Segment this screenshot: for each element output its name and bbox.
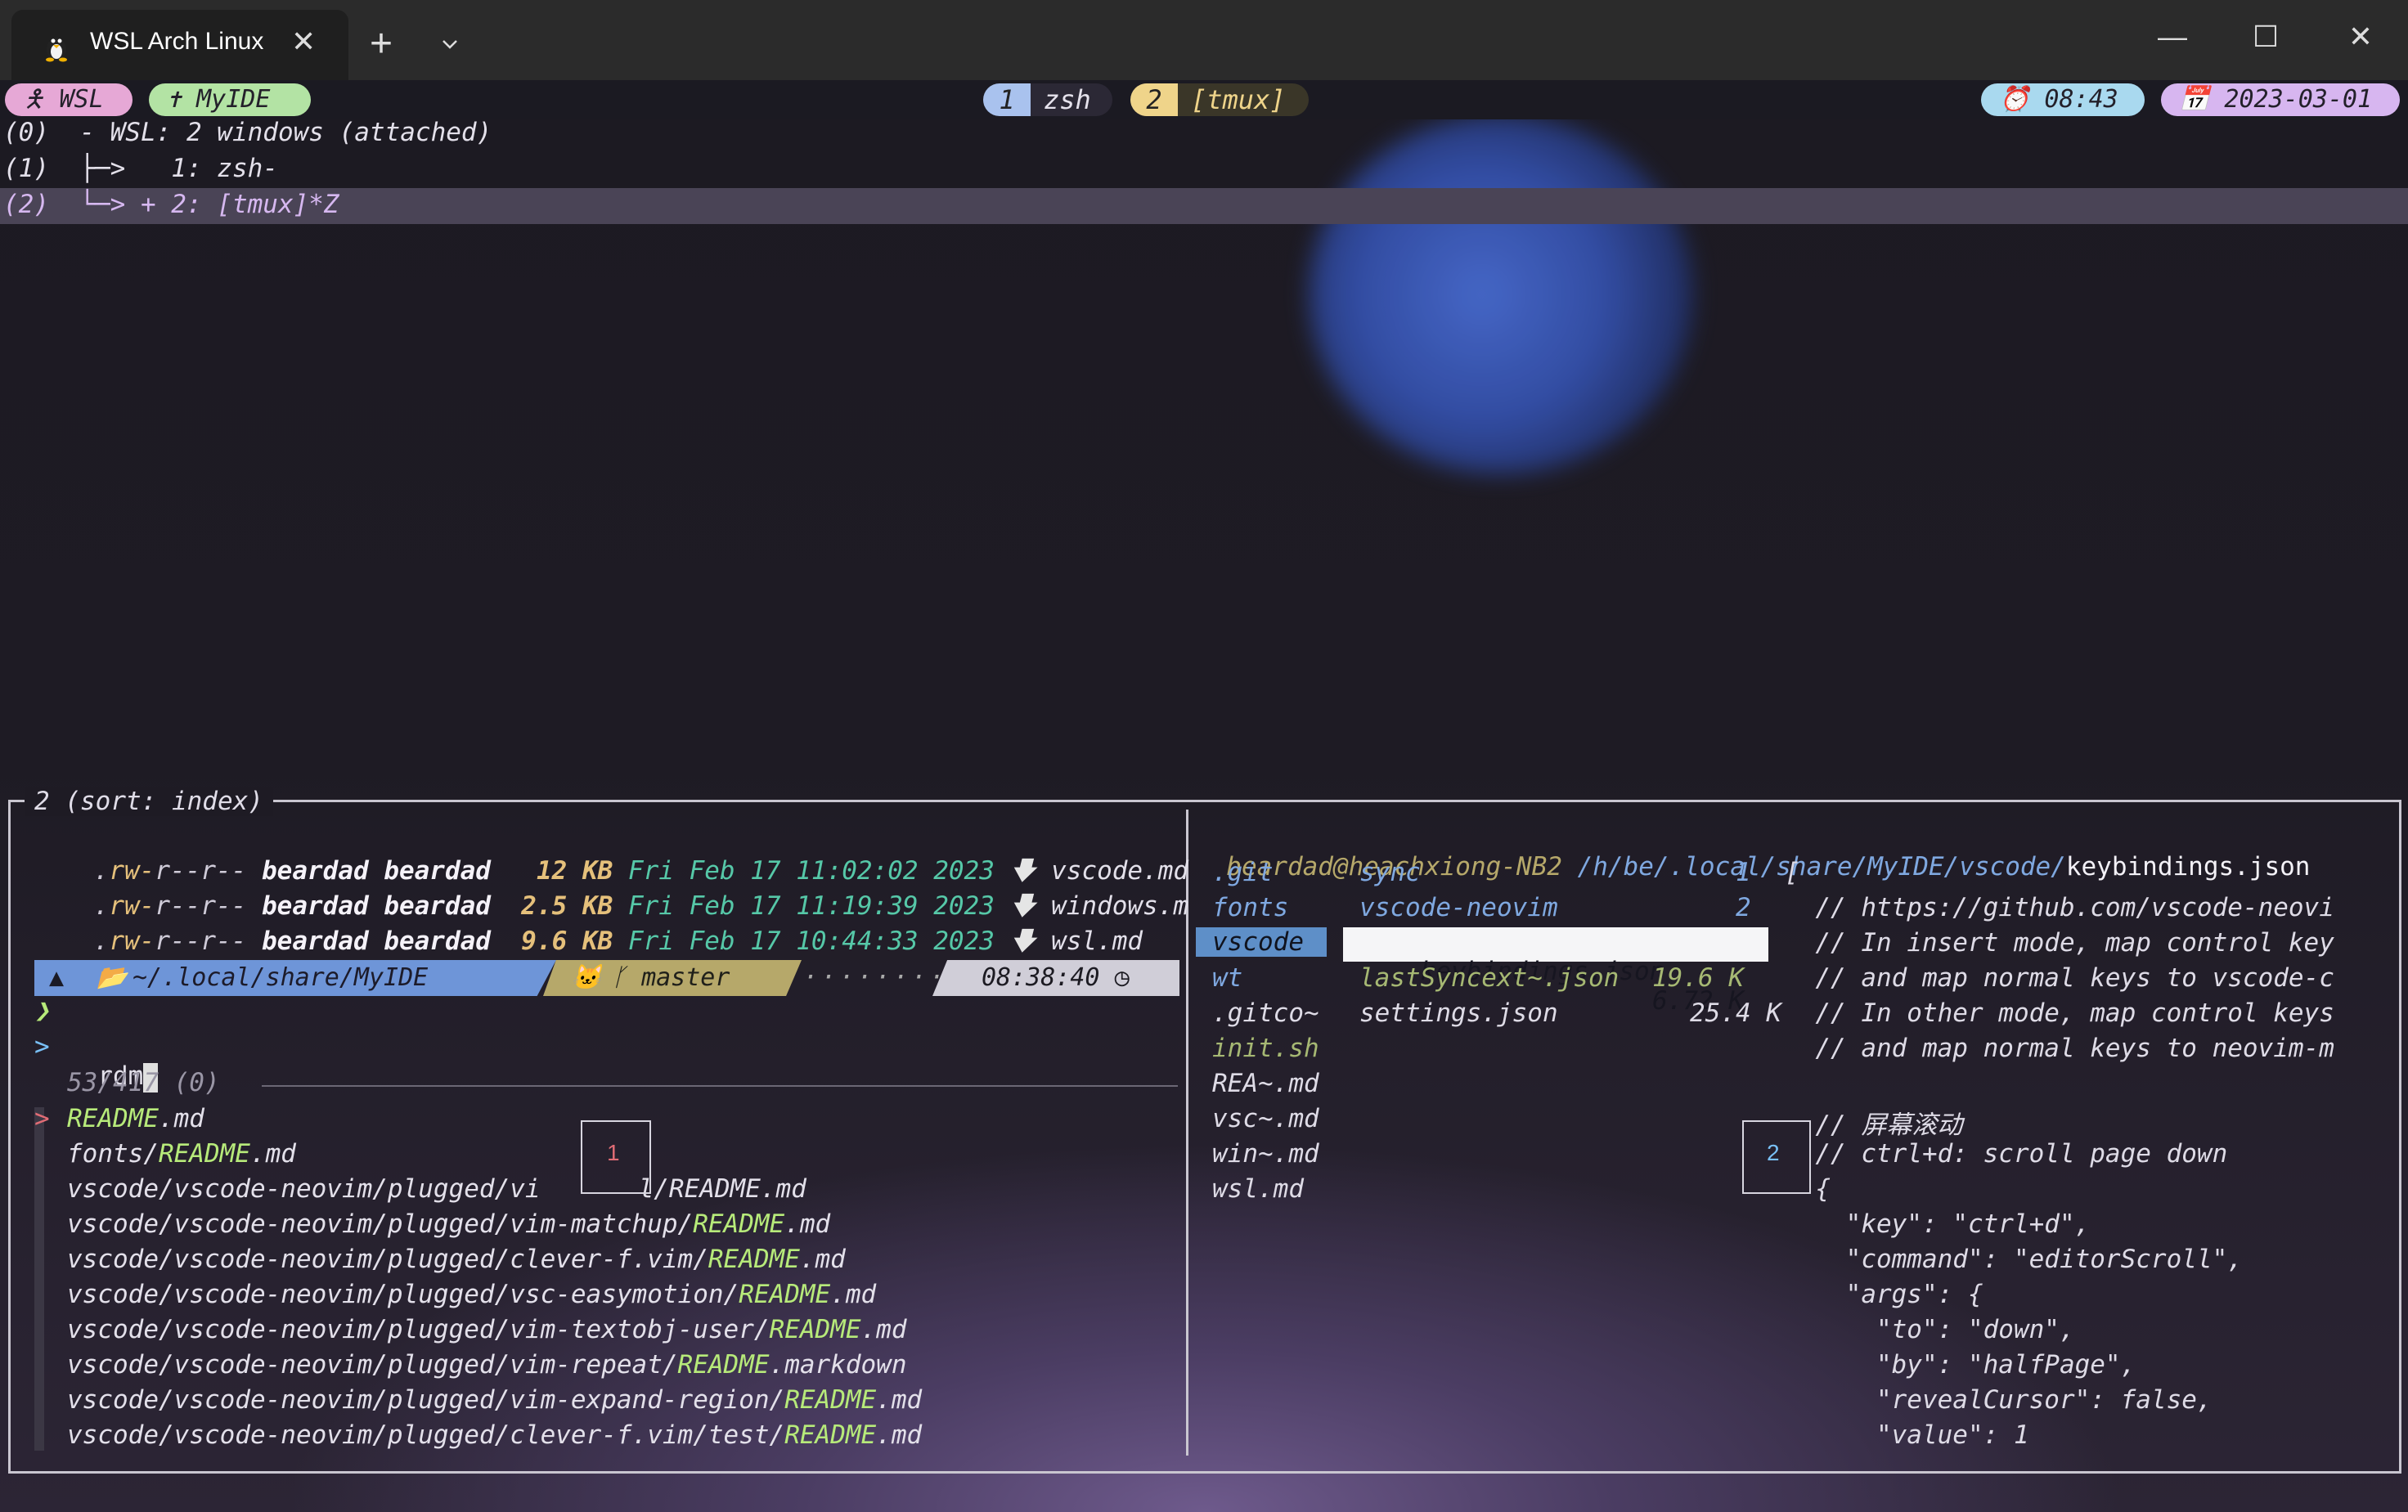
- project-pill: ✝ MyIDE: [149, 83, 311, 116]
- lf-parent-item[interactable]: REA~.md: [1212, 1069, 1319, 1098]
- lf-item-cursor[interactable]: keybindings.json 6.72 K: [1343, 927, 1768, 1016]
- window-2-name[interactable]: [tmux]: [1178, 83, 1309, 116]
- tab-wsl-arch[interactable]: WSL Arch Linux ✕: [11, 10, 348, 80]
- lf-item-info: 1: [1736, 858, 1751, 887]
- maximize-button[interactable]: ☐: [2249, 20, 2282, 61]
- tree-selection-highlight: [0, 188, 2408, 224]
- project-name: MyIDE: [196, 85, 271, 114]
- session-pill: 🯅 WSL: [5, 83, 133, 116]
- lf-parent-item[interactable]: .git: [1212, 858, 1274, 887]
- arch-icon: ▲: [48, 963, 65, 992]
- alarm-clock-icon: ⏰: [1999, 85, 2030, 114]
- tree-window-2-line[interactable]: (2) └─> + 2: [tmux]*Z: [3, 190, 339, 219]
- lf-item-info: 25.4 K: [1690, 998, 1781, 1028]
- arch-logo-segment: ▲: [34, 960, 79, 996]
- clock-pill: ⏰ 08:43: [1981, 83, 2145, 116]
- fzf-item[interactable]: fonts/README.md: [67, 1139, 296, 1169]
- title-bar: WSL Arch Linux ✕ + — ☐ ✕: [0, 0, 2408, 80]
- fzf-item[interactable]: vscode/vscode-neovim/plugged/vim-expand-…: [67, 1385, 922, 1415]
- prompt-time: 08:38:40: [982, 963, 1100, 992]
- clock-icon: ◷: [1114, 963, 1130, 992]
- lf-item-info: 2: [1736, 893, 1751, 922]
- preview-line: "revealCursor": false,: [1785, 1385, 2213, 1415]
- preview-line: // In other mode, map control keys: [1785, 998, 2334, 1028]
- tree-window-1-line[interactable]: (1) ├─> 1: zsh-: [3, 154, 278, 183]
- fzf-input-marker: >: [34, 1032, 50, 1061]
- folder-icon: 📂: [97, 963, 128, 992]
- lf-item[interactable]: lastSyncext~.json: [1359, 963, 1619, 993]
- wallpaper-planet: [1309, 114, 1693, 474]
- fzf-match-count: 53/417 (0): [67, 1068, 220, 1097]
- path-segment: 📂 ~/.local/share/MyIDE: [79, 960, 556, 996]
- prompt-filler: ········: [803, 963, 948, 992]
- lf-parent-item[interactable]: vsc~.md: [1212, 1104, 1319, 1133]
- window-1-number[interactable]: 1: [983, 83, 1031, 116]
- new-tab-button[interactable]: +: [370, 25, 393, 64]
- fzf-gutter: [34, 1107, 44, 1451]
- github-icon: 🐱: [571, 963, 602, 992]
- minimize-button[interactable]: —: [2156, 20, 2189, 61]
- window-2-number[interactable]: 2: [1130, 83, 1178, 116]
- lf-parent-item[interactable]: win~.md: [1212, 1139, 1319, 1169]
- preview-line: "value": 1: [1785, 1420, 2029, 1450]
- tree-session-line[interactable]: (0) - WSL: 2 windows (attached): [3, 118, 492, 147]
- cross-icon: ✝: [167, 85, 182, 114]
- download-arrow-icon: 🡇: [1009, 926, 1036, 956]
- tux-icon: [46, 38, 67, 62]
- preview-line: // and map normal keys to neovim-m: [1785, 1034, 2334, 1063]
- preview-line: [: [1785, 858, 1800, 887]
- date-pill: 📅 2023-03-01: [2161, 83, 2400, 116]
- clock-time: 08:43: [2044, 85, 2118, 114]
- date-text: 2023-03-01: [2224, 85, 2373, 114]
- preview-line: "args": {: [1785, 1280, 1983, 1309]
- lf-item[interactable]: settings.json: [1359, 998, 1558, 1028]
- lf-parent-item[interactable]: wt: [1212, 963, 1242, 993]
- calendar-icon: 📅: [2179, 85, 2210, 114]
- annotation-box-1: 1: [581, 1120, 651, 1194]
- git-branch-icon: ᚴ: [612, 963, 627, 992]
- preview-line: "to": "down",: [1785, 1315, 2075, 1344]
- fzf-item[interactable]: vscode/vscode-neovim/plugged/vim-textobj…: [67, 1315, 907, 1344]
- preview-pane-title: 2 (sort: index): [25, 787, 273, 816]
- tab-title: WSL Arch Linux: [90, 28, 264, 55]
- preview-line: "command": "editorScroll",: [1785, 1245, 2243, 1274]
- fzf-item[interactable]: vscode/vscode-neovim/plugged/vim-repeat/…: [67, 1350, 907, 1380]
- lf-parent-item[interactable]: fonts: [1212, 893, 1288, 922]
- preview-line: "key": "ctrl+d",: [1785, 1209, 2091, 1239]
- chevron-down-icon[interactable]: [438, 33, 461, 56]
- fzf-separator: [262, 1085, 1178, 1087]
- lf-parent-item[interactable]: wsl.md: [1212, 1174, 1304, 1204]
- fzf-item[interactable]: vscode/vscode-neovim/plugged/clever-f.vi…: [67, 1420, 922, 1450]
- preview-line: // 屏幕滚动: [1785, 1110, 1963, 1140]
- preview-line: // In insert mode, map control key: [1785, 928, 2334, 958]
- person-icon: 🯅: [23, 85, 45, 114]
- tab-close-icon[interactable]: ✕: [291, 25, 316, 59]
- fzf-selected-marker: >: [34, 1104, 50, 1133]
- tmux-status-bar: 🯅 WSL ✝ MyIDE 1 zsh 2 [tmux] ⏰ 08:43 📅 2…: [0, 80, 2408, 119]
- preview-line: // and map normal keys to vscode-c: [1785, 963, 2334, 993]
- fzf-item[interactable]: vscode/vscode-neovim/plugged/vim-matchup…: [67, 1209, 830, 1239]
- window-1-name[interactable]: zsh: [1031, 83, 1112, 116]
- git-branch: master: [641, 963, 730, 992]
- preview-line: {: [1785, 1174, 1831, 1204]
- lf-parent-item[interactable]: init.sh: [1212, 1034, 1319, 1063]
- close-window-button[interactable]: ✕: [2344, 20, 2377, 61]
- prompt-path: ~/.local/share/MyIDE: [133, 963, 429, 992]
- session-name: WSL: [59, 85, 104, 114]
- git-segment: 🐱 ᚴ master: [543, 960, 802, 996]
- fzf-item[interactable]: README.md: [67, 1104, 204, 1133]
- time-segment: 08:38:40 ◷: [932, 960, 1179, 996]
- lf-parent-item[interactable]: .gitco~: [1212, 998, 1319, 1028]
- lf-parent-item-selected[interactable]: vscode: [1196, 927, 1327, 957]
- fzf-item[interactable]: vscode/vscode-neovim/plugged/vsc-easymot…: [67, 1280, 876, 1309]
- preview-line: // ctrl+d: scroll page down: [1785, 1139, 2228, 1169]
- prompt-chevron: ❯: [34, 996, 50, 1025]
- preview-line: "by": "halfPage",: [1785, 1350, 2136, 1380]
- preview-line: // https://github.com/vscode-neovi: [1785, 893, 2334, 922]
- fzf-item[interactable]: vscode/vscode-neovim/plugged/vi l/README.…: [67, 1174, 806, 1204]
- lf-item[interactable]: sync: [1359, 858, 1421, 887]
- lf-item-info: 19.6 K: [1652, 963, 1744, 993]
- fzf-item[interactable]: vscode/vscode-neovim/plugged/clever-f.vi…: [67, 1245, 846, 1274]
- lf-item[interactable]: vscode-neovim: [1359, 893, 1558, 922]
